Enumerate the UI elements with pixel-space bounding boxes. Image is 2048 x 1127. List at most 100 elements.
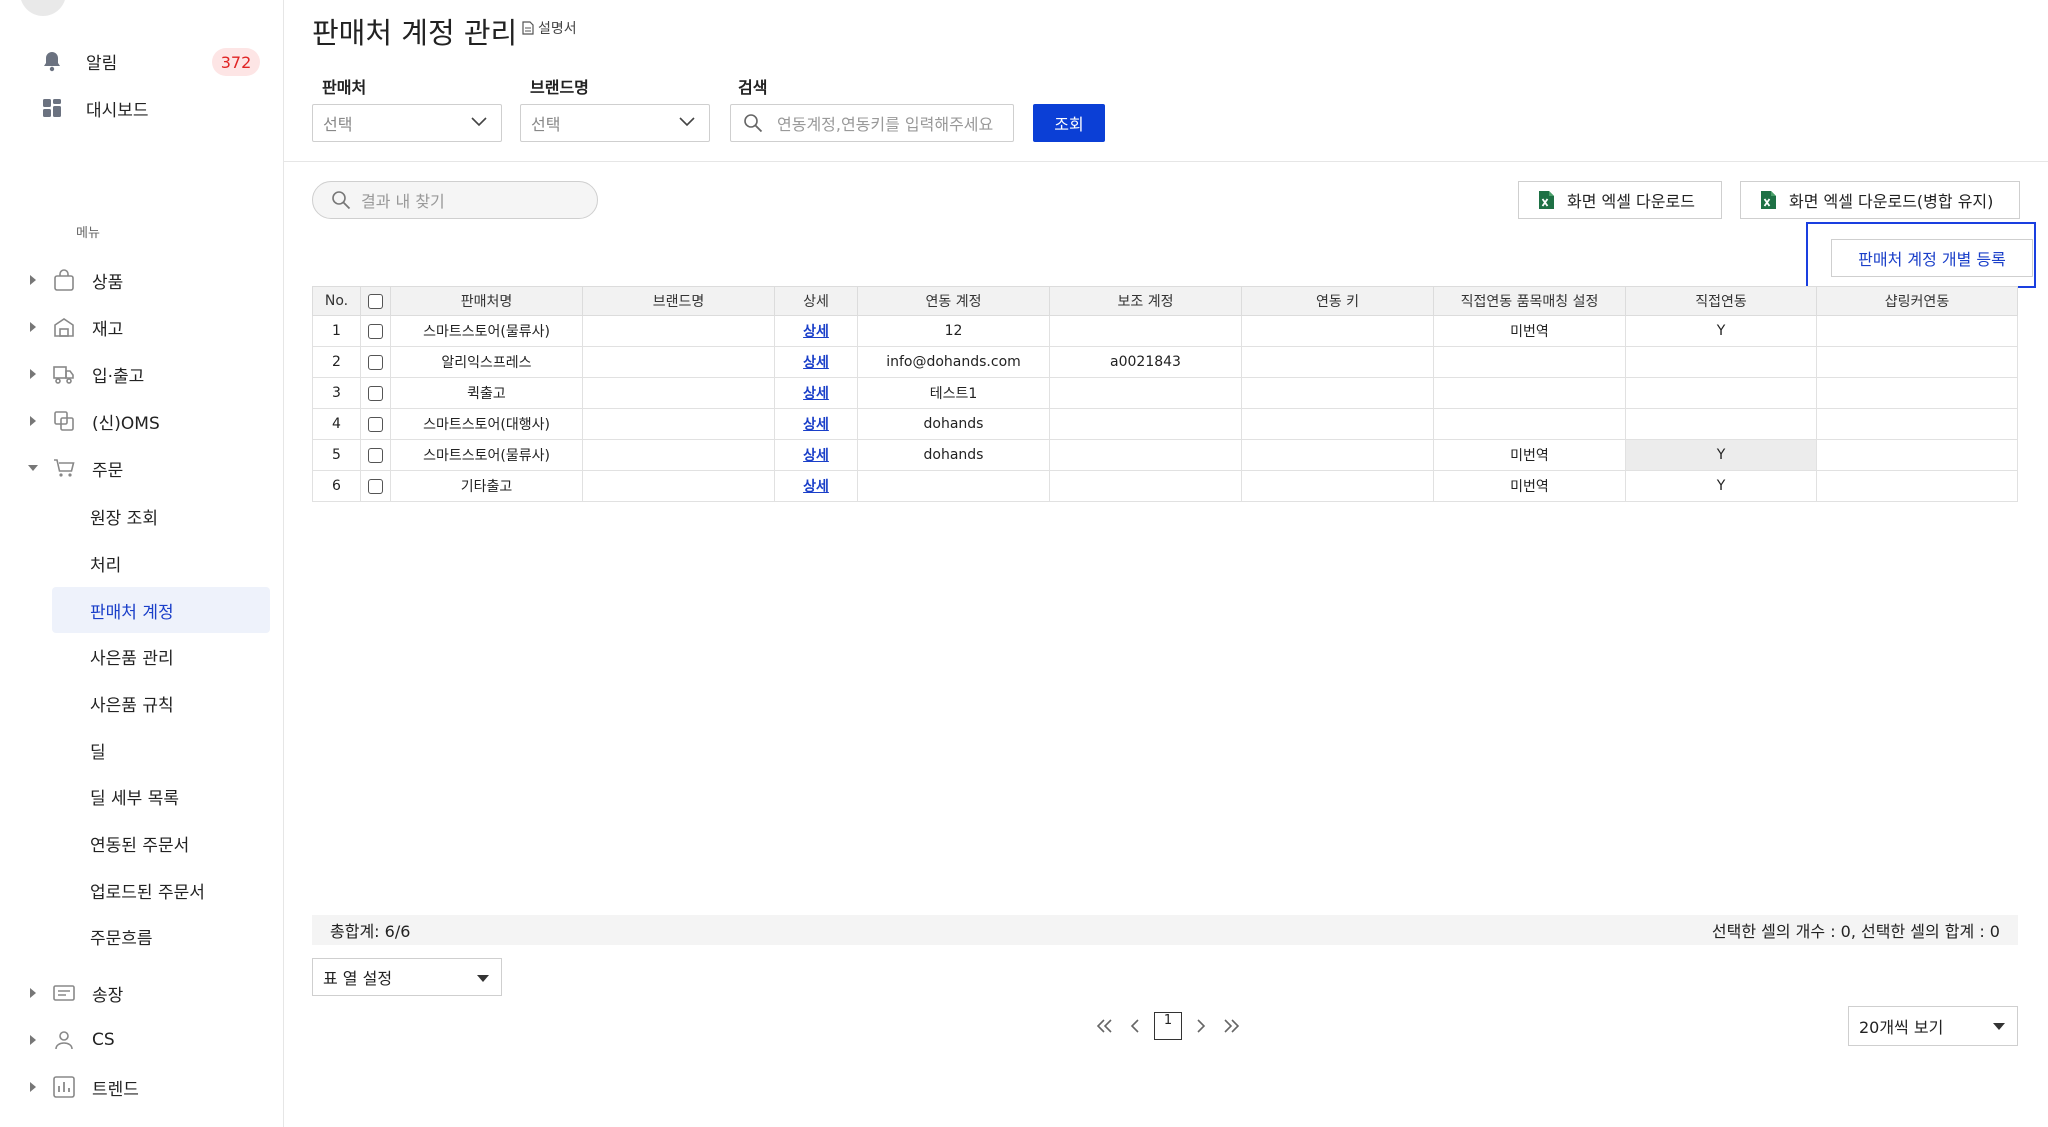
cell-no[interactable]: 1 [312, 315, 361, 347]
table-row[interactable]: 5 스마트스토어(물류사) 상세 dohands 미번역 Y [312, 439, 2018, 471]
detail-link[interactable]: 상세 [803, 417, 829, 433]
cell-no[interactable]: 4 [312, 408, 361, 440]
cell-matching[interactable]: 미번역 [1433, 315, 1626, 347]
column-header-seller[interactable]: 판매처명 [390, 286, 583, 316]
cell-account[interactable]: 12 [857, 315, 1050, 347]
result-search-input[interactable]: 결과 내 찾기 [312, 181, 598, 219]
table-row[interactable]: 6 기타출고 상세 미번역 Y [312, 470, 2018, 502]
query-button[interactable]: 조회 [1033, 104, 1105, 142]
cell-shoplinker[interactable] [1816, 377, 2018, 409]
row-checkbox-cell[interactable] [360, 377, 391, 409]
cell-key[interactable] [1241, 346, 1434, 378]
sidebar-subitem-process[interactable]: 처리 [52, 540, 270, 586]
column-header-no[interactable]: No. [312, 286, 361, 316]
column-header-account[interactable]: 연동 계정 [857, 286, 1050, 316]
cell-direct[interactable] [1625, 377, 1817, 409]
column-header-brand[interactable]: 브랜드명 [582, 286, 775, 316]
cell-seller[interactable]: 알리익스프레스 [390, 346, 583, 378]
cell-shoplinker[interactable] [1816, 315, 2018, 347]
row-checkbox-cell[interactable] [360, 439, 391, 471]
search-input[interactable]: 연동계정,연동키를 입력해주세요 [730, 104, 1014, 142]
cell-matching[interactable] [1433, 408, 1626, 440]
row-checkbox-cell[interactable] [360, 346, 391, 378]
excel-download-merge-button[interactable]: 화면 엑셀 다운로드(병합 유지) [1740, 181, 2020, 219]
cell-no[interactable]: 2 [312, 346, 361, 378]
cell-key[interactable] [1241, 408, 1434, 440]
cell-sub-account[interactable] [1049, 439, 1242, 471]
cell-brand[interactable] [582, 408, 775, 440]
cell-matching[interactable] [1433, 346, 1626, 378]
column-header-direct[interactable]: 직접연동 [1625, 286, 1817, 316]
sidebar-category-invoice[interactable]: 송장 [28, 978, 123, 1008]
detail-link[interactable]: 상세 [803, 448, 829, 464]
cell-brand[interactable] [582, 315, 775, 347]
cell-matching[interactable]: 미번역 [1433, 439, 1626, 471]
next-page-icon[interactable] [1186, 1019, 1216, 1033]
cell-account[interactable]: 테스트1 [857, 377, 1050, 409]
cell-key[interactable] [1241, 377, 1434, 409]
detail-link[interactable]: 상세 [803, 324, 829, 340]
cell-direct[interactable]: Y [1625, 315, 1817, 347]
last-page-icon[interactable] [1216, 1019, 1246, 1033]
column-header-detail[interactable]: 상세 [774, 286, 858, 316]
cell-brand[interactable] [582, 346, 775, 378]
sidebar-category-inventory[interactable]: 재고 [28, 312, 123, 342]
cell-seller[interactable]: 스마트스토어(물류사) [390, 315, 583, 347]
row-checkbox[interactable] [368, 416, 383, 432]
cell-account[interactable]: info@dohands.com [857, 346, 1050, 378]
cell-key[interactable] [1241, 439, 1434, 471]
detail-link[interactable]: 상세 [803, 479, 829, 495]
cell-brand[interactable] [582, 377, 775, 409]
sidebar-subitem-deal-detail[interactable]: 딜 세부 목록 [52, 773, 270, 819]
row-checkbox-cell[interactable] [360, 470, 391, 502]
sidebar-subitem-uploaded-orders[interactable]: 업로드된 주문서 [52, 867, 270, 913]
manual-link[interactable]: 설명서 [522, 18, 577, 38]
cell-sub-account[interactable] [1049, 470, 1242, 502]
cell-matching[interactable]: 미번역 [1433, 470, 1626, 502]
sidebar-subitem-order-flow[interactable]: 주문흐름 [52, 913, 270, 959]
sidebar-subitem-deal[interactable]: 딜 [52, 727, 270, 773]
cell-key[interactable] [1241, 470, 1434, 502]
cell-shoplinker[interactable] [1816, 346, 2018, 378]
cell-direct[interactable] [1625, 346, 1817, 378]
sidebar-subitem-linked-orders[interactable]: 연동된 주문서 [52, 820, 270, 866]
cell-account[interactable] [857, 470, 1050, 502]
page-size-select[interactable]: 20개씩 보기 [1848, 1006, 2018, 1046]
sidebar-category-inout[interactable]: 입·출고 [28, 359, 144, 389]
row-checkbox[interactable] [368, 354, 383, 370]
prev-page-icon[interactable] [1120, 1019, 1150, 1033]
sidebar-subitem-gift-management[interactable]: 사은품 관리 [52, 633, 270, 679]
row-checkbox-cell[interactable] [360, 315, 391, 347]
cell-sub-account[interactable] [1049, 377, 1242, 409]
row-checkbox[interactable] [368, 385, 383, 401]
cell-sub-account[interactable] [1049, 315, 1242, 347]
cell-no[interactable]: 5 [312, 439, 361, 471]
sidebar-category-oms[interactable]: (신)OMS [28, 406, 160, 436]
first-page-icon[interactable] [1090, 1019, 1120, 1033]
cell-no[interactable]: 6 [312, 470, 361, 502]
cell-direct-selected[interactable]: Y [1625, 439, 1817, 471]
cell-no[interactable]: 3 [312, 377, 361, 409]
sidebar-category-trend[interactable]: 트렌드 [28, 1072, 139, 1102]
column-header-matching[interactable]: 직접연동 품목매칭 설정 [1433, 286, 1626, 316]
sidebar-category-cs[interactable]: CS [28, 1025, 115, 1055]
cell-sub-account[interactable]: a0021843 [1049, 346, 1242, 378]
cell-brand[interactable] [582, 470, 775, 502]
cell-seller[interactable]: 기타출고 [390, 470, 583, 502]
detail-link[interactable]: 상세 [803, 386, 829, 402]
row-checkbox-cell[interactable] [360, 408, 391, 440]
cell-direct[interactable]: Y [1625, 470, 1817, 502]
sidebar-item-dashboard[interactable]: 대시보드 [40, 92, 149, 124]
cell-direct[interactable] [1625, 408, 1817, 440]
sidebar-category-order[interactable]: 주문 [28, 453, 123, 483]
cell-brand[interactable] [582, 439, 775, 471]
current-page[interactable]: 1 [1154, 1012, 1182, 1040]
table-row[interactable]: 3 퀵출고 상세 테스트1 [312, 377, 2018, 409]
avatar[interactable] [20, 0, 66, 16]
row-checkbox[interactable] [368, 323, 383, 339]
sidebar-subitem-seller-account[interactable]: 판매처 계정 [52, 587, 270, 633]
table-row[interactable]: 4 스마트스토어(대행사) 상세 dohands [312, 408, 2018, 440]
register-seller-account-button[interactable]: 판매처 계정 개별 등록 [1831, 239, 2033, 277]
sidebar-item-alarm[interactable]: 알림 [40, 45, 117, 77]
cell-matching[interactable] [1433, 377, 1626, 409]
